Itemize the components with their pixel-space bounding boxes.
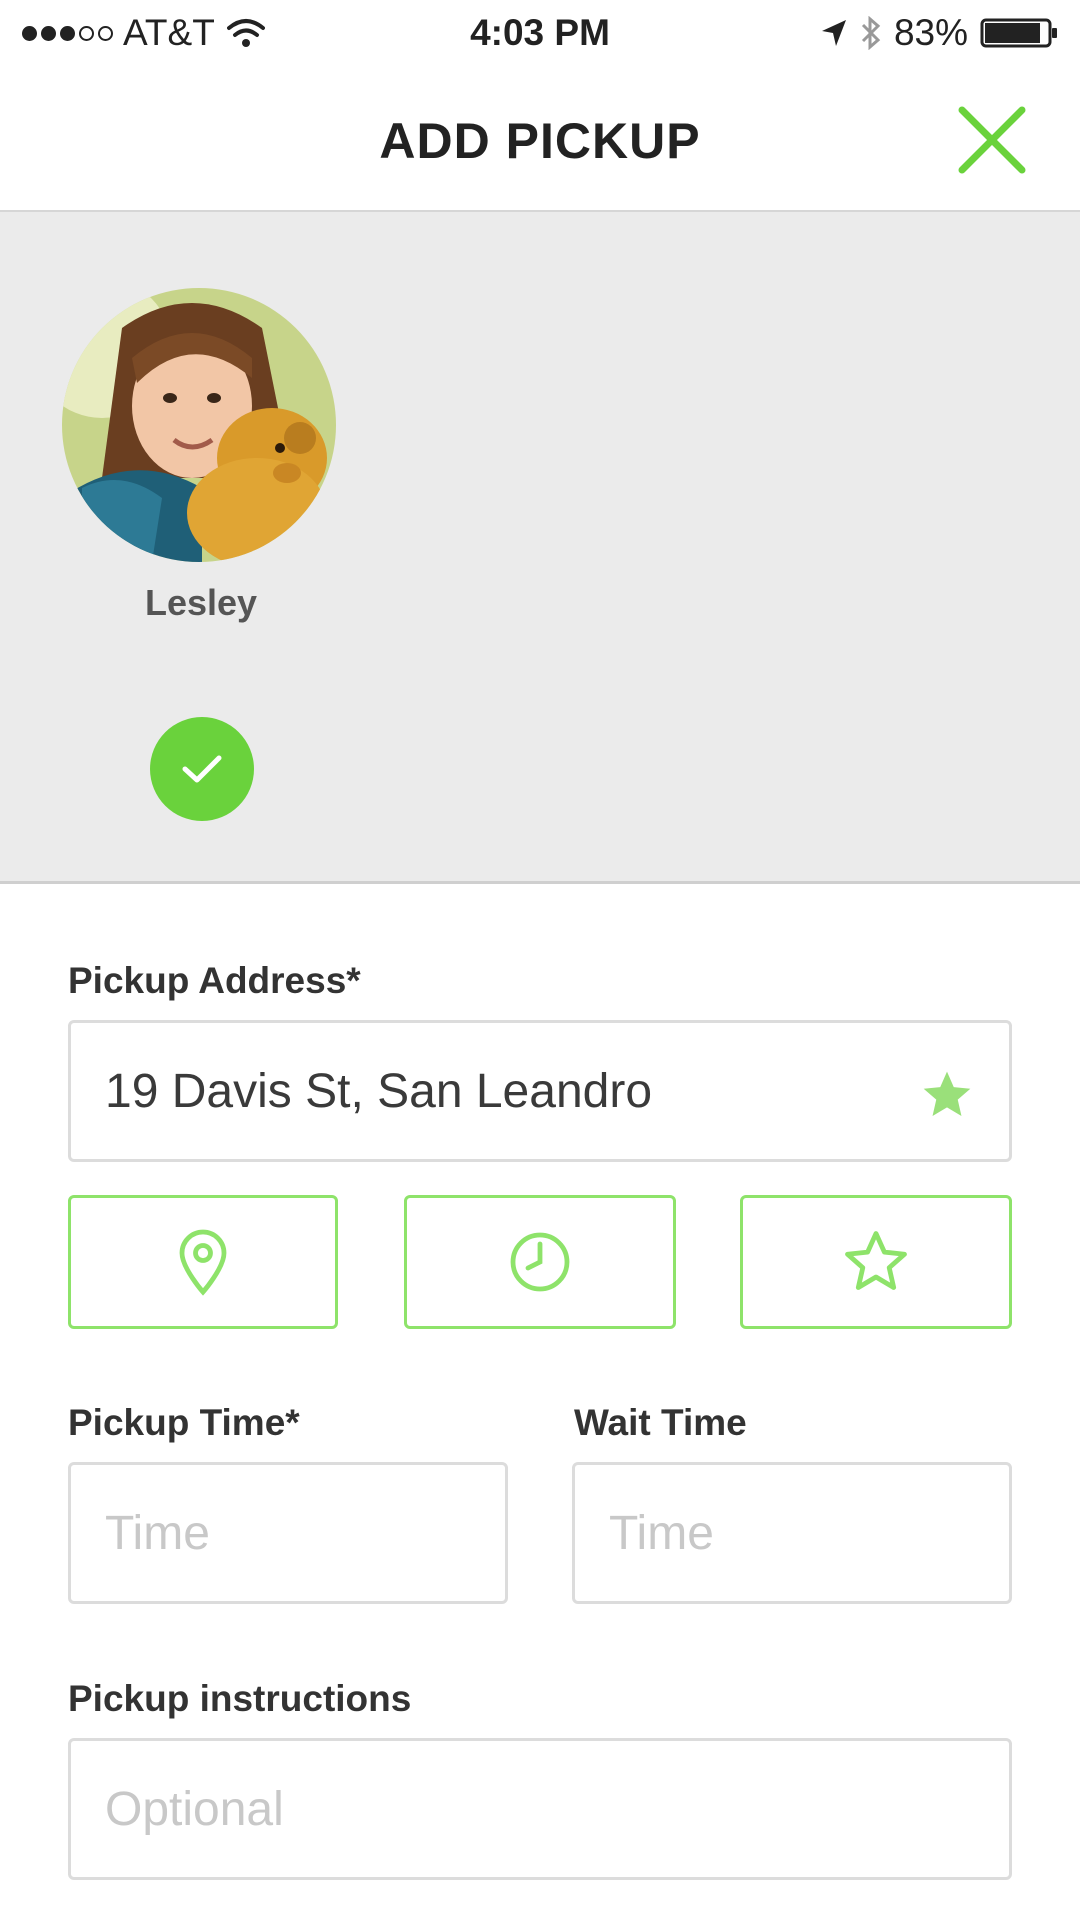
wait-time-field[interactable]: Time — [572, 1462, 1012, 1604]
recent-addresses-button[interactable] — [404, 1195, 676, 1329]
add-pickup-screen: AT&T 4:03 PM 83% ADD PICKUP Lesley Picku… — [0, 0, 1080, 1920]
clock-icon — [510, 1232, 570, 1292]
pickup-time-label: Pickup Time* — [68, 1402, 300, 1443]
bluetooth-icon — [861, 16, 881, 50]
wait-time-label: Wait Time — [574, 1402, 747, 1443]
pickup-instructions-placeholder: Optional — [105, 1782, 284, 1836]
pickup-address-field[interactable]: 19 Davis St, San Leandro — [68, 1020, 1012, 1162]
close-icon[interactable] — [952, 100, 1032, 180]
rider-selected-checkmark[interactable] — [150, 717, 254, 821]
rider-name: Lesley — [144, 582, 258, 623]
star-outline-icon — [845, 1231, 907, 1290]
page-title: ADD PICKUP — [379, 113, 701, 169]
rider-selection-panel: Lesley — [0, 212, 1080, 884]
avatar[interactable] — [62, 288, 336, 562]
location-pin-icon — [179, 1229, 227, 1296]
checkmark-icon — [182, 755, 222, 783]
current-location-button[interactable] — [68, 1195, 338, 1329]
pickup-address-value: 19 Davis St, San Leandro — [105, 1064, 653, 1118]
pickup-instructions-label: Pickup instructions — [68, 1678, 412, 1719]
wait-time-placeholder: Time — [609, 1506, 714, 1560]
battery-icon — [980, 18, 1057, 48]
pickup-time-placeholder: Time — [105, 1506, 210, 1560]
pickup-instructions-field[interactable]: Optional — [68, 1738, 1012, 1880]
nav-bar: ADD PICKUP — [0, 70, 1080, 212]
pickup-time-field[interactable]: Time — [68, 1462, 508, 1604]
rider-card[interactable]: Lesley — [62, 288, 340, 624]
battery-percent: 83% — [893, 12, 968, 53]
location-arrow-icon — [821, 20, 846, 46]
star-icon[interactable] — [919, 1067, 975, 1123]
pickup-address-label: Pickup Address* — [68, 960, 361, 1001]
favorite-addresses-button[interactable] — [740, 1195, 1012, 1329]
status-bar-right: 83% — [820, 12, 1060, 54]
status-bar: AT&T 4:03 PM 83% — [0, 0, 1080, 70]
